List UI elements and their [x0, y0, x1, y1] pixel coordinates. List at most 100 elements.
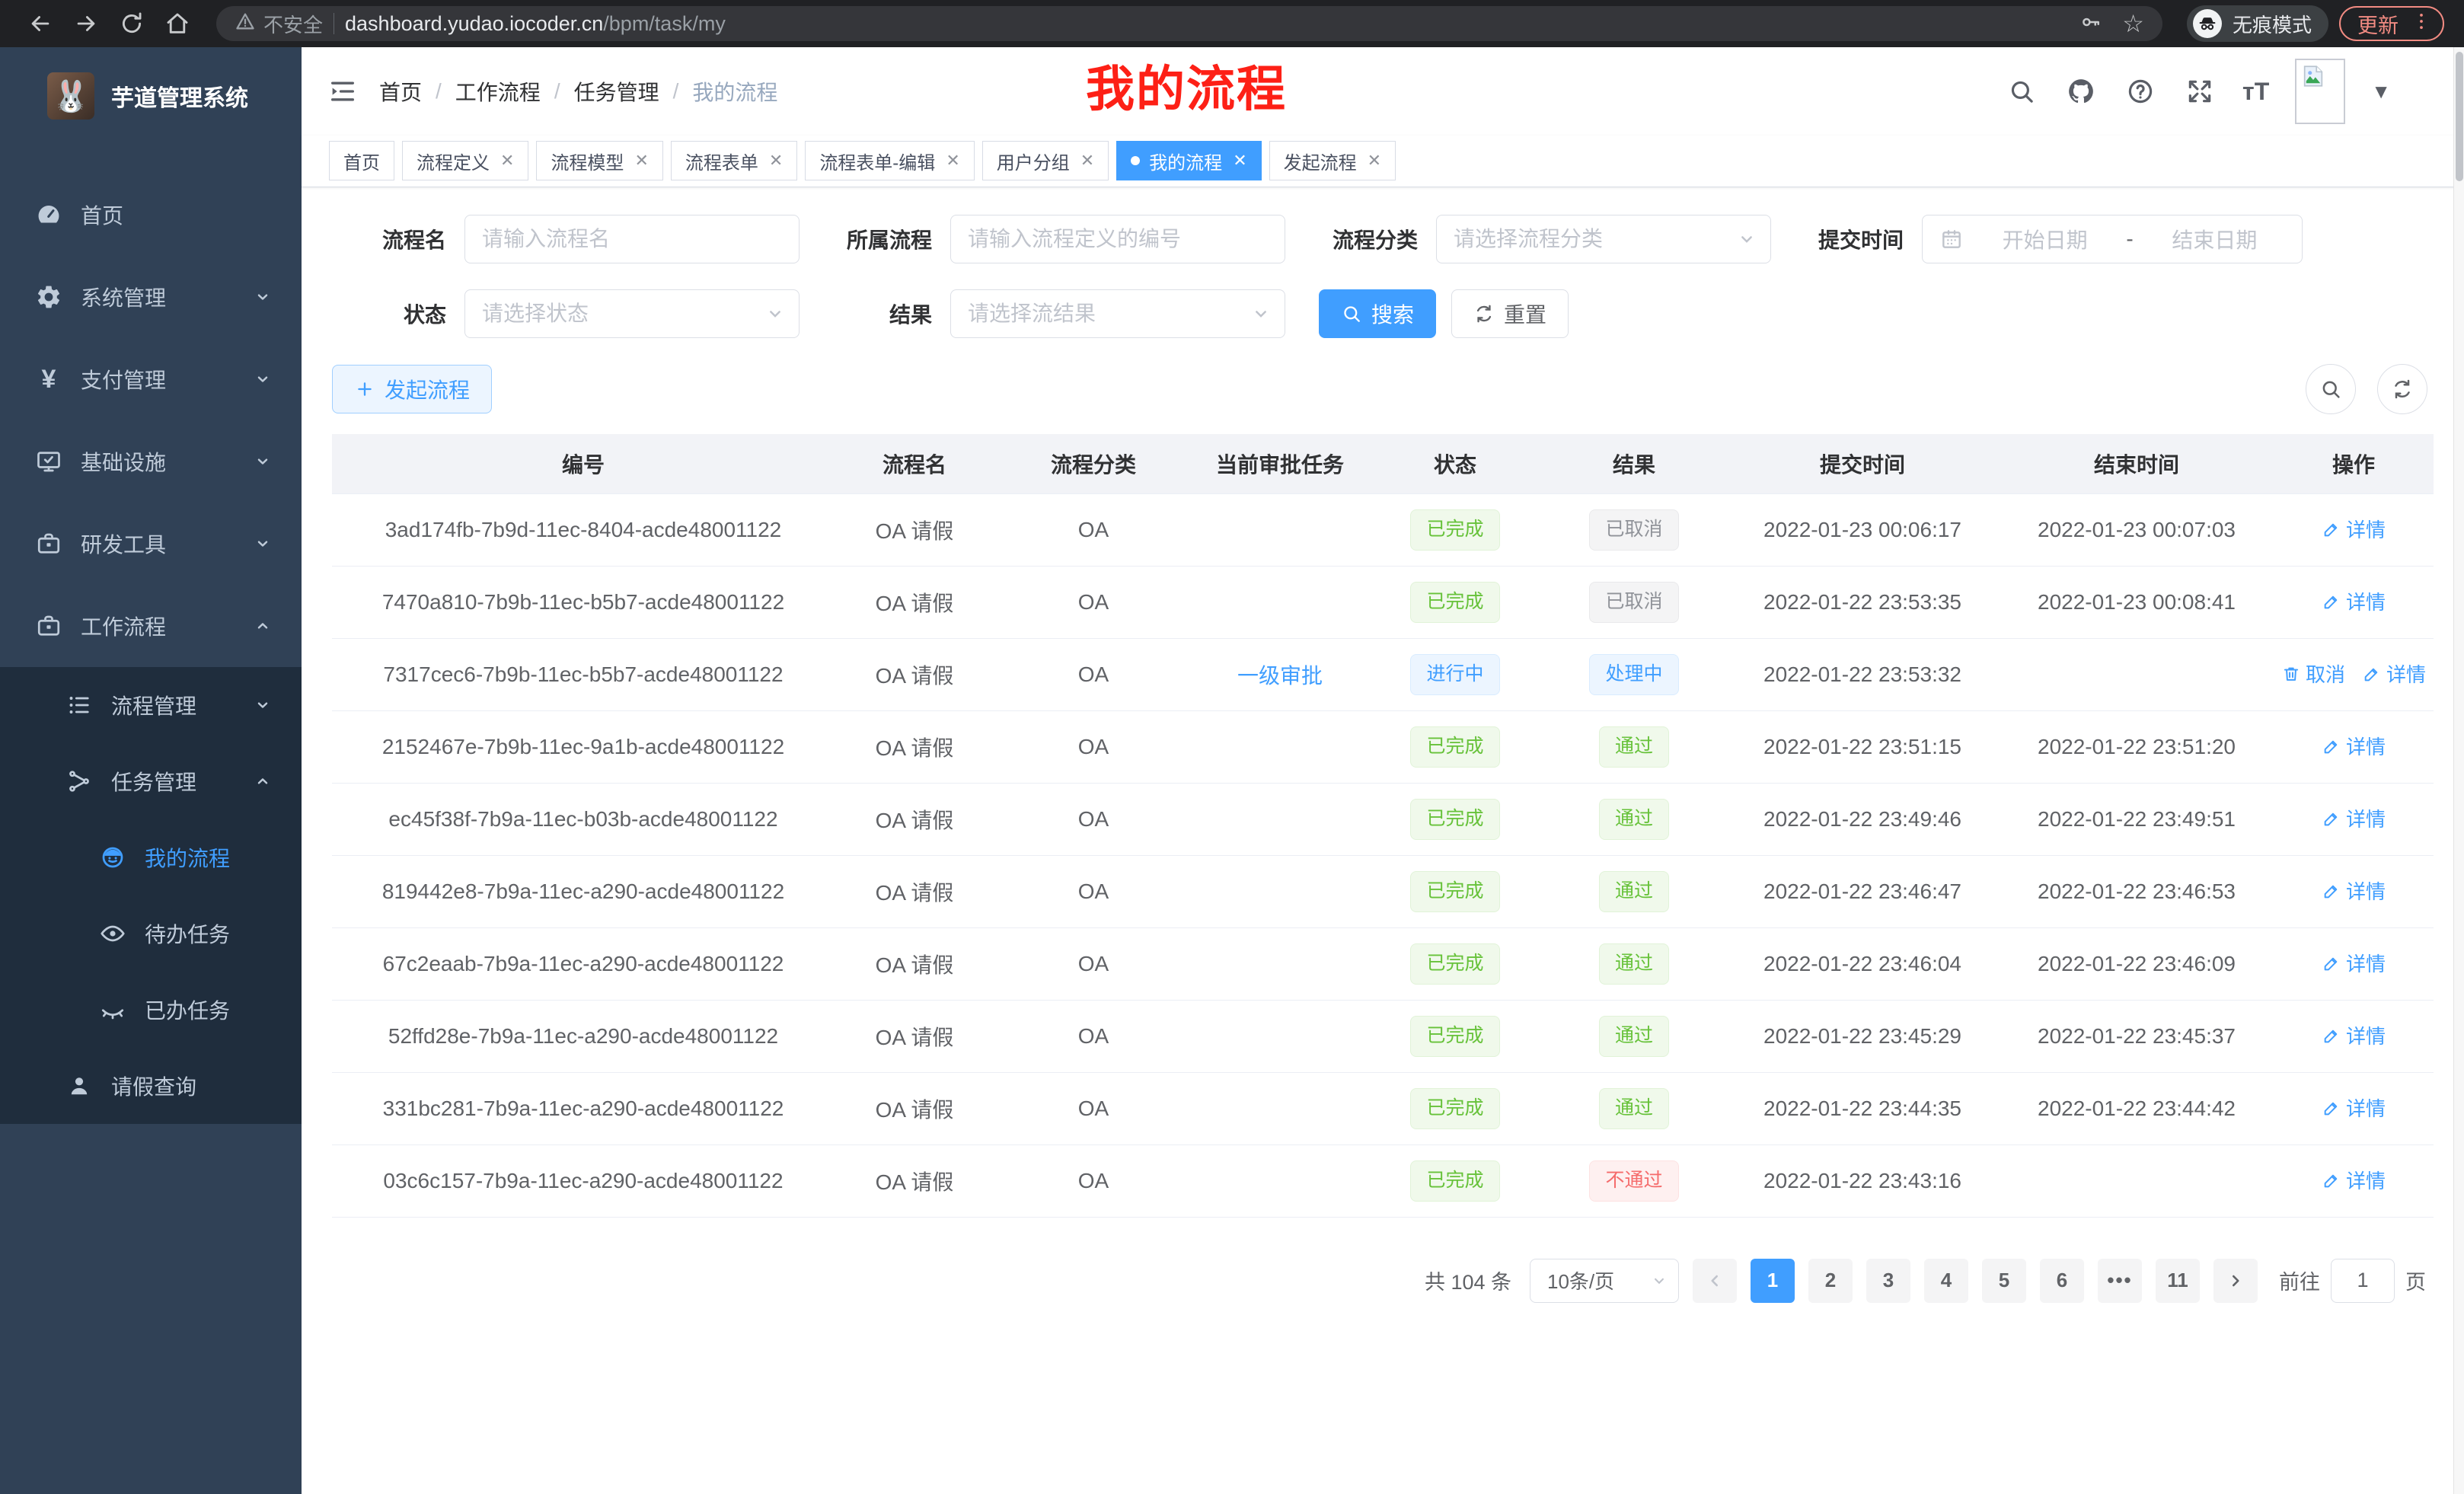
sidebar-item-支付管理[interactable]: ¥支付管理: [0, 338, 302, 420]
tab-流程表单-编辑[interactable]: 流程表单-编辑✕: [805, 141, 974, 180]
scrollbar-thumb[interactable]: [2456, 52, 2463, 181]
result-select[interactable]: [950, 289, 1285, 338]
sidebar-item-任务管理[interactable]: 任务管理: [0, 743, 302, 819]
detail-link[interactable]: 详情: [2322, 1166, 2386, 1194]
table-row: 67c2eaab-7b9a-11ec-a290-acde48001122OA 请…: [332, 927, 2434, 1000]
create-process-button[interactable]: 发起流程: [332, 365, 492, 413]
search-button[interactable]: 搜索: [1319, 289, 1436, 338]
address-bar[interactable]: 不安全 dashboard.yudao.iocoder.cn/bpm/task/…: [216, 6, 2162, 41]
prev-page-button[interactable]: [1693, 1259, 1737, 1303]
refresh-table-button[interactable]: [2377, 364, 2427, 414]
detail-link[interactable]: 详情: [2322, 515, 2386, 543]
yen-icon: ¥: [35, 366, 62, 392]
sidebar-item-我的流程[interactable]: 我的流程: [0, 819, 302, 895]
tab-用户分组[interactable]: 用户分组✕: [982, 141, 1109, 180]
detail-link[interactable]: 详情: [2322, 876, 2386, 905]
back-icon[interactable]: [23, 6, 58, 41]
sidebar-item-首页[interactable]: 首页: [0, 174, 302, 256]
page-button-2[interactable]: 2: [1808, 1259, 1853, 1303]
category-label: 流程分类: [1319, 224, 1418, 254]
app-logo[interactable]: 🐰 芋道管理系统: [0, 47, 302, 126]
tab-发起流程[interactable]: 发起流程✕: [1269, 141, 1396, 180]
cancel-link[interactable]: 取消: [2281, 659, 2345, 688]
page-button-6[interactable]: 6: [2040, 1259, 2084, 1303]
parent-process-input[interactable]: [968, 227, 1268, 251]
breadcrumb-item[interactable]: 首页: [379, 76, 422, 107]
detail-link[interactable]: 详情: [2322, 1093, 2386, 1122]
sidebar-item-工作流程[interactable]: 工作流程: [0, 585, 302, 667]
kebab-menu-icon[interactable]: [2411, 11, 2432, 37]
page-size-select[interactable]: 10条/页: [1530, 1259, 1679, 1303]
close-icon[interactable]: ✕: [946, 151, 959, 171]
cell-category: OA: [994, 638, 1192, 710]
sidebar-item-系统管理[interactable]: 系统管理: [0, 256, 302, 338]
close-icon[interactable]: ✕: [769, 151, 783, 171]
close-icon[interactable]: ✕: [1080, 151, 1094, 171]
avatar-caret-icon[interactable]: ▼: [2371, 80, 2391, 104]
category-select[interactable]: [1436, 215, 1771, 263]
reload-icon[interactable]: [114, 6, 149, 41]
detail-link[interactable]: 详情: [2322, 1021, 2386, 1049]
gear-icon: [35, 283, 62, 311]
page-scrollbar[interactable]: [2453, 47, 2464, 1494]
process-name-input[interactable]: [482, 227, 782, 251]
category-select-input[interactable]: [1454, 227, 1754, 251]
bookmark-star-icon[interactable]: ☆: [2122, 11, 2144, 36]
update-button[interactable]: 更新: [2339, 6, 2444, 41]
start-date-placeholder[interactable]: 开始日期: [1974, 224, 2115, 254]
font-size-icon[interactable]: ᴛT: [2242, 78, 2269, 106]
user-avatar[interactable]: [2295, 59, 2345, 124]
detail-link[interactable]: 详情: [2322, 804, 2386, 832]
help-icon[interactable]: [2124, 75, 2157, 108]
goto-page-input[interactable]: [2331, 1259, 2395, 1303]
status-select-input[interactable]: [482, 302, 782, 326]
tab-首页[interactable]: 首页: [329, 141, 394, 180]
detail-link[interactable]: 详情: [2322, 949, 2386, 977]
url-text[interactable]: dashboard.yudao.iocoder.cn/bpm/task/my: [345, 12, 726, 36]
status-select[interactable]: [464, 289, 800, 338]
tab-流程表单[interactable]: 流程表单✕: [671, 141, 797, 180]
close-icon[interactable]: ✕: [1233, 151, 1246, 171]
next-page-button[interactable]: [2213, 1259, 2258, 1303]
breadcrumb-item[interactable]: 任务管理: [574, 76, 659, 107]
close-icon[interactable]: ✕: [500, 151, 514, 171]
detail-link[interactable]: 详情: [2362, 659, 2426, 688]
tab-流程模型[interactable]: 流程模型✕: [536, 141, 662, 180]
key-icon[interactable]: [2079, 11, 2102, 37]
chevron-down-icon: [764, 302, 787, 325]
sidebar-item-请假查询[interactable]: 请假查询: [0, 1048, 302, 1124]
search-icon[interactable]: [2005, 75, 2038, 108]
page-button-11[interactable]: 11: [2156, 1259, 2200, 1303]
tab-我的流程[interactable]: 我的流程✕: [1116, 141, 1261, 180]
date-range-picker[interactable]: 开始日期 - 结束日期: [1922, 215, 2303, 263]
reset-button[interactable]: 重置: [1451, 289, 1569, 338]
forward-icon[interactable]: [69, 6, 104, 41]
sidebar-item-已办任务[interactable]: 已办任务: [0, 972, 302, 1048]
page-ellipsis[interactable]: •••: [2098, 1259, 2142, 1303]
collapse-sidebar-icon[interactable]: [318, 67, 367, 116]
breadcrumb-item[interactable]: 工作流程: [455, 76, 541, 107]
tab-流程定义[interactable]: 流程定义✕: [402, 141, 528, 180]
sidebar-item-研发工具[interactable]: 研发工具: [0, 503, 302, 585]
security-warning[interactable]: 不安全: [235, 10, 323, 38]
close-icon[interactable]: ✕: [634, 151, 648, 171]
page-button-5[interactable]: 5: [1982, 1259, 2026, 1303]
page-button-1[interactable]: 1: [1751, 1259, 1795, 1303]
page-button-4[interactable]: 4: [1924, 1259, 1968, 1303]
task-link[interactable]: 一级审批: [1237, 659, 1323, 690]
fullscreen-icon[interactable]: [2183, 75, 2217, 108]
detail-link[interactable]: 详情: [2322, 732, 2386, 760]
cell-task: [1192, 855, 1368, 927]
sidebar-item-流程管理[interactable]: 流程管理: [0, 667, 302, 743]
page-button-3[interactable]: 3: [1866, 1259, 1910, 1303]
result-select-input[interactable]: [968, 302, 1268, 326]
end-date-placeholder[interactable]: 结束日期: [2144, 224, 2285, 254]
show-search-button[interactable]: [2306, 364, 2356, 414]
sidebar-item-待办任务[interactable]: 待办任务: [0, 895, 302, 972]
detail-link[interactable]: 详情: [2322, 587, 2386, 615]
sidebar-item-基础设施[interactable]: 基础设施: [0, 420, 302, 503]
github-icon[interactable]: [2064, 75, 2098, 108]
home-icon[interactable]: [160, 6, 195, 41]
cell-status: 已完成: [1368, 783, 1543, 855]
close-icon[interactable]: ✕: [1368, 151, 1381, 171]
